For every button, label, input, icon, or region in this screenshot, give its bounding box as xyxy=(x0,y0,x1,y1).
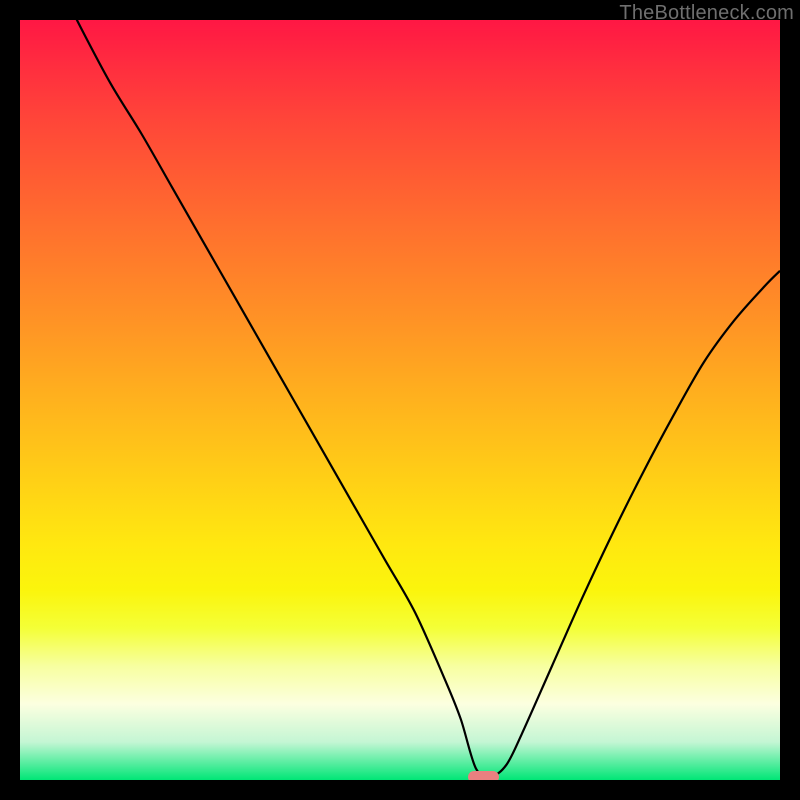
plot-area xyxy=(20,20,780,780)
chart-frame: TheBottleneck.com xyxy=(0,0,800,800)
bottleneck-curve xyxy=(20,20,780,780)
bottleneck-marker xyxy=(468,771,498,780)
